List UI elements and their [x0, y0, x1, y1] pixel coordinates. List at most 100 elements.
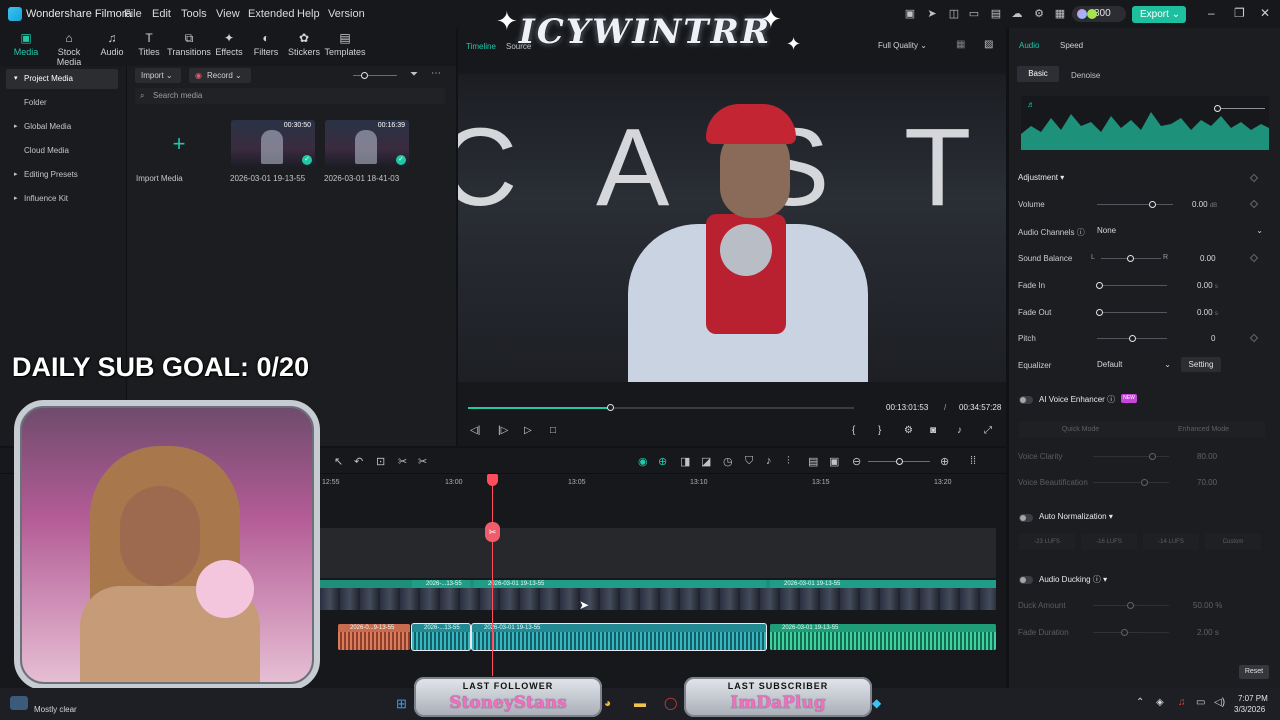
cloud-icon[interactable]: ☁: [1011, 8, 1023, 20]
progress-knob[interactable]: [606, 404, 614, 411]
slider-knob[interactable]: [1127, 602, 1134, 609]
tab-media[interactable]: ▣ Media: [4, 28, 48, 66]
voice-clarity-slider[interactable]: [1093, 453, 1169, 460]
ai-tools-icon[interactable]: ◉: [638, 455, 648, 468]
equalizer-select[interactable]: Default ⌄: [1093, 357, 1173, 372]
snapshot-icon[interactable]: ◙: [930, 425, 936, 436]
snap-icon[interactable]: ⊕: [658, 455, 667, 468]
sidebar-item-editing-presets[interactable]: ▸ Editing Presets: [6, 165, 118, 185]
adjustment-heading[interactable]: Adjustment ▾: [1018, 173, 1064, 182]
monitor-icon[interactable]: ▭: [968, 8, 980, 20]
sidebar-item-project-media[interactable]: ▾ Project Media: [6, 69, 118, 89]
shield-icon[interactable]: ⛉: [745, 455, 753, 468]
fade-out-slider[interactable]: [1096, 309, 1167, 316]
notification-icon[interactable]: ◫: [948, 8, 960, 20]
chrome-icon[interactable]: ◕: [604, 696, 611, 710]
empty-track[interactable]: [320, 528, 996, 578]
auto-normalization-toggle[interactable]: [1019, 514, 1033, 522]
play-icon[interactable]: ▷: [524, 425, 532, 436]
tab-stock-media[interactable]: ⌂ Stock Media: [46, 28, 92, 68]
select-tool-icon[interactable]: ↖: [334, 455, 343, 468]
clock-time[interactable]: 7:07 PM: [1238, 694, 1268, 703]
audio-clip[interactable]: 2026-0...9-13-55: [338, 624, 410, 650]
tab-transitions[interactable]: ⧉ Transitions: [167, 28, 211, 66]
grid-icon[interactable]: ▦: [1054, 8, 1066, 20]
menu-edit[interactable]: Edit: [152, 8, 171, 20]
clock-date[interactable]: 3/3/2026: [1234, 705, 1265, 714]
keyframe-icon[interactable]: [1249, 199, 1259, 209]
audio-clip-selected[interactable]: 2026-...13-55: [411, 623, 471, 651]
sidebar-item-folder[interactable]: Folder: [6, 93, 118, 113]
import-media-tile[interactable]: +: [137, 120, 221, 168]
slider-knob[interactable]: [1121, 629, 1128, 636]
norm-option[interactable]: Custom: [1205, 534, 1261, 550]
zoom-in-icon[interactable]: ⊕: [940, 455, 949, 468]
playhead[interactable]: [492, 478, 493, 676]
waveform-volume-line[interactable]: [1221, 108, 1265, 109]
equalizer-setting-button[interactable]: Setting: [1181, 357, 1221, 372]
split-icon[interactable]: ✂: [398, 455, 407, 468]
app-tray-icon[interactable]: ◈: [1156, 697, 1164, 708]
filmora-taskbar-icon[interactable]: ◆: [872, 696, 881, 710]
enhanced-mode[interactable]: Enhanced Mode: [1142, 422, 1265, 438]
volume-slider[interactable]: [1097, 201, 1173, 208]
filter-icon[interactable]: ⏷: [410, 69, 418, 80]
menu-version[interactable]: Version: [328, 8, 365, 20]
search-input[interactable]: ⌕ Search media: [135, 88, 445, 104]
slider-knob[interactable]: [1129, 335, 1136, 342]
menu-view[interactable]: View: [216, 8, 240, 20]
sidebar-item-global-media[interactable]: ▸ Global Media: [6, 117, 118, 137]
render-settings-icon[interactable]: ⚙: [904, 425, 913, 436]
image-icon[interactable]: ▨: [984, 39, 993, 50]
credits-badge[interactable]: 300: [1072, 6, 1126, 22]
mode-selector[interactable]: Quick Mode Enhanced Mode: [1019, 422, 1265, 438]
scissors-icon[interactable]: ✂: [485, 522, 500, 542]
audio-channels-select[interactable]: None ⌄: [1093, 223, 1267, 238]
previous-frame-icon[interactable]: ◁|: [470, 425, 480, 436]
menu-tools[interactable]: Tools: [181, 8, 207, 20]
mark-in-icon[interactable]: {: [852, 425, 855, 436]
save-icon[interactable]: ▤: [990, 8, 1002, 20]
crop-icon[interactable]: ⊡: [376, 455, 385, 468]
more-options-icon[interactable]: ⋯: [431, 68, 441, 79]
mixer-icon[interactable]: ⫶: [787, 455, 790, 468]
file-explorer-icon[interactable]: ▬: [634, 696, 646, 710]
ai-voice-toggle[interactable]: [1019, 396, 1033, 404]
layout-icon[interactable]: ⁞⁞: [970, 455, 976, 467]
grid-view-icon[interactable]: ▦: [956, 39, 965, 50]
gift-icon[interactable]: ▣: [904, 8, 916, 20]
thumbnail-size-slider[interactable]: [353, 72, 397, 79]
audio-ducking-toggle[interactable]: [1019, 576, 1033, 584]
record-dropdown[interactable]: ◉ Record ⌄: [189, 68, 251, 83]
fade-in-slider[interactable]: [1096, 282, 1167, 289]
media-clip-2[interactable]: 00:16:39 ✓: [325, 120, 409, 168]
audio-clip[interactable]: 2026-03-01 19-13-55: [770, 624, 996, 650]
keyframe-icon[interactable]: [1249, 253, 1259, 263]
microphone-tray-icon[interactable]: ♫: [1178, 697, 1186, 708]
duck-amount-slider[interactable]: [1093, 602, 1169, 609]
import-dropdown[interactable]: Import ⌄: [135, 68, 181, 83]
tab-audio-props[interactable]: Audio: [1019, 41, 1039, 50]
video-preview[interactable]: C A S T: [458, 74, 1006, 382]
quick-mode[interactable]: Quick Mode: [1019, 422, 1142, 438]
maximize-icon[interactable]: ❐: [1234, 6, 1245, 20]
voice-beautification-slider[interactable]: [1093, 479, 1169, 486]
norm-option[interactable]: -16 LUFS: [1081, 534, 1137, 550]
menu-file[interactable]: File: [124, 8, 142, 20]
timeline-ruler[interactable]: 12:55 13:00 13:05 13:10 13:15 13:20: [320, 474, 996, 496]
balance-slider[interactable]: [1101, 255, 1161, 262]
chevron-up-icon[interactable]: ⌃: [1136, 697, 1144, 708]
slider-knob[interactable]: [1149, 453, 1156, 460]
slider-knob[interactable]: [1096, 282, 1103, 289]
reset-button[interactable]: Reset: [1239, 665, 1269, 679]
stop-icon[interactable]: □: [550, 425, 556, 436]
tab-speed[interactable]: Speed: [1060, 41, 1083, 50]
norm-option[interactable]: -23 LUFS: [1019, 534, 1075, 550]
menu-extended[interactable]: Extended: [248, 8, 294, 20]
subtitle-icon[interactable]: ▤: [808, 455, 818, 468]
scene-detect-icon[interactable]: ▣: [829, 455, 839, 468]
close-icon[interactable]: ✕: [1260, 6, 1270, 20]
tab-titles[interactable]: T Titles: [127, 28, 171, 66]
video-clip-label[interactable]: 2026-03-01 19-13-55: [474, 580, 766, 588]
keyframe-tool-icon[interactable]: ◪: [701, 455, 711, 468]
